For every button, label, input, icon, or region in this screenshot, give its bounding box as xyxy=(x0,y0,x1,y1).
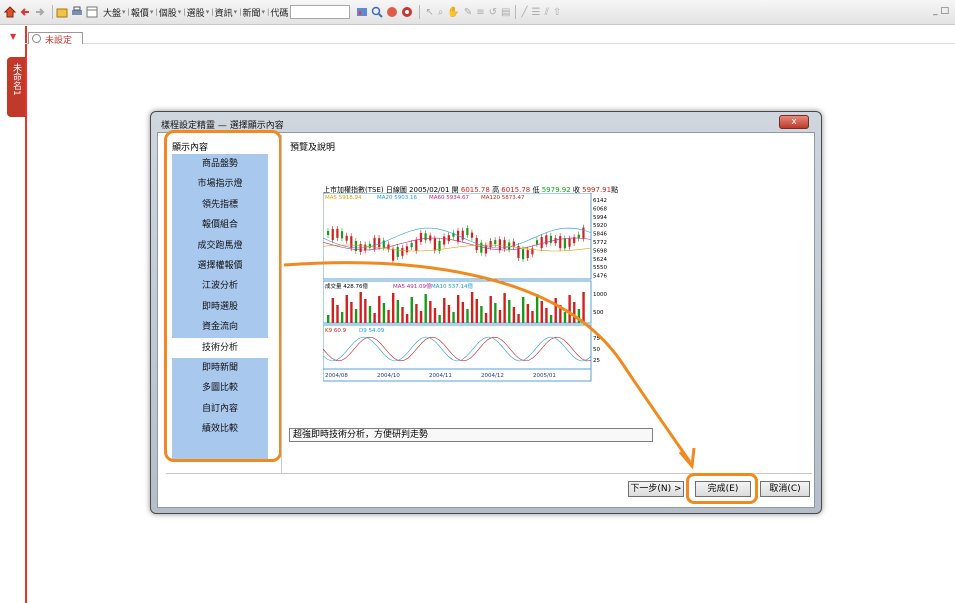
app-window: 大盤 ▾ | 報價 ▾ | 個股 ▾ | 選股 ▾ | 資訊 ▾ | 新聞 ▾ | 代碼 ↖ ⌕ ✋ ✎… xyxy=(0,0,955,603)
arrow-path xyxy=(283,261,692,463)
arrow-annotation xyxy=(283,261,696,470)
